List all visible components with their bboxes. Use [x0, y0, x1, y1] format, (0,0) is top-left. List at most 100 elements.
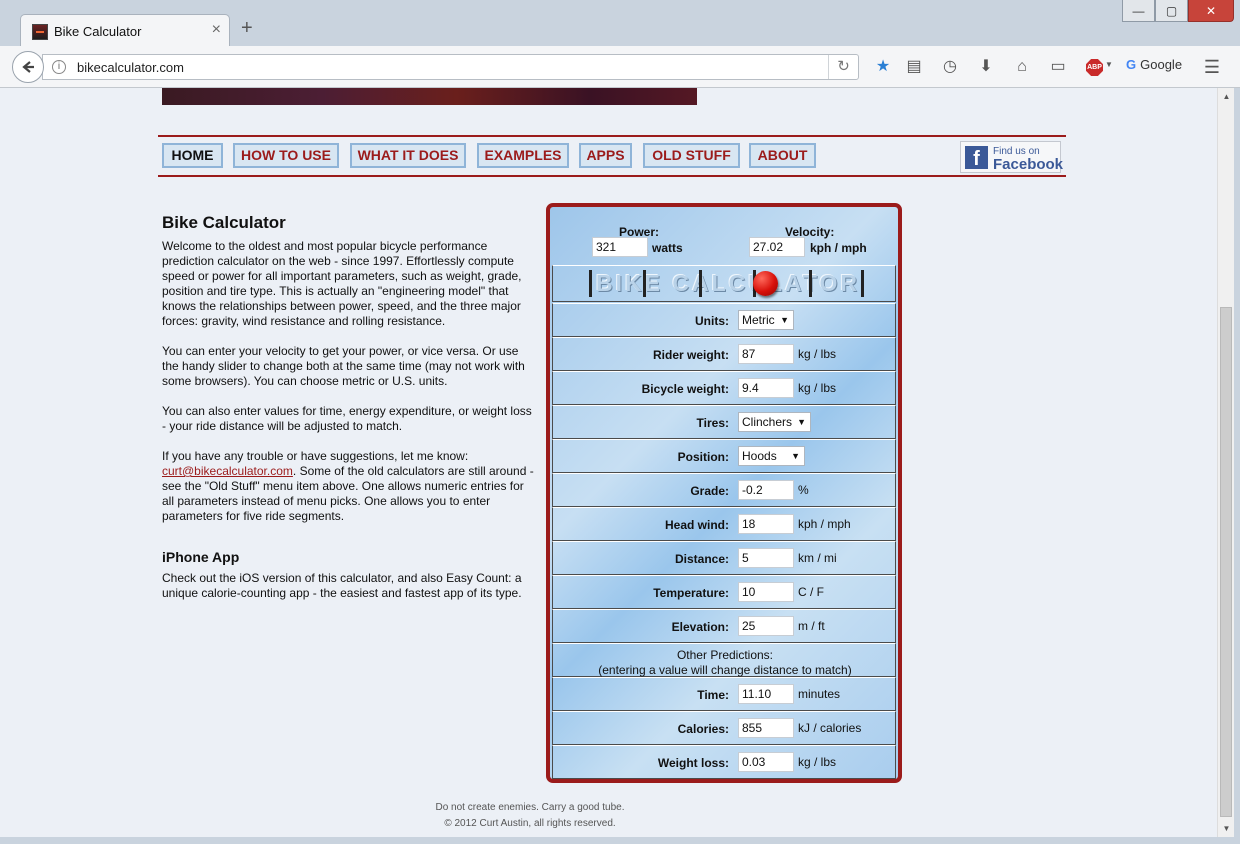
- distance-label: Distance:: [674, 552, 729, 566]
- bike-calculator-panel: Power: watts Velocity: kph / mph BIKE CA…: [546, 203, 902, 783]
- hamburger-menu-icon[interactable]: ☰: [1201, 56, 1223, 78]
- other-predictions-row: Other Predictions: (entering a value wil…: [552, 643, 896, 677]
- elevation-input[interactable]: [738, 616, 794, 636]
- velocity-unit: kph / mph: [810, 241, 867, 255]
- position-row: Position: Hoods ▼: [552, 439, 896, 473]
- search-engine-button[interactable]: G Google: [1126, 57, 1182, 72]
- bicycle-weight-input[interactable]: [738, 378, 794, 398]
- slider-tick: [699, 270, 702, 297]
- browser-tab[interactable]: Bike Calculator ×: [20, 14, 230, 47]
- menu-home[interactable]: HOME: [162, 143, 223, 168]
- slider-tick: [643, 270, 646, 297]
- bookmark-star-icon[interactable]: ★: [872, 56, 894, 78]
- weight-loss-unit: kg / lbs: [798, 755, 837, 769]
- minimize-button[interactable]: —: [1122, 0, 1155, 22]
- units-value: Metric: [742, 313, 775, 327]
- facebook-button[interactable]: f Find us on Facebook: [960, 141, 1064, 173]
- bicycle-weight-label: Bicycle weight:: [641, 382, 729, 396]
- distance-row: Distance: km / mi: [552, 541, 896, 575]
- back-arrow-icon: [22, 61, 34, 73]
- chevron-down-icon[interactable]: ▼: [1105, 60, 1113, 69]
- downloads-icon[interactable]: ⬇: [975, 56, 997, 78]
- url-bar[interactable]: i bikecalculator.com ↻: [42, 54, 859, 80]
- tires-select[interactable]: Clinchers ▼: [738, 412, 811, 432]
- reload-icon[interactable]: ↻: [828, 55, 858, 79]
- calories-row: Calories: kJ / calories: [552, 711, 896, 745]
- new-tab-button[interactable]: +: [241, 18, 253, 38]
- power-input[interactable]: [592, 237, 648, 257]
- grade-input[interactable]: [738, 480, 794, 500]
- rider-weight-unit: kg / lbs: [798, 347, 837, 361]
- scroll-down-arrow-icon[interactable]: ▼: [1218, 820, 1235, 837]
- slider-tick: [861, 270, 864, 297]
- units-select[interactable]: Metric ▼: [738, 310, 794, 330]
- head-wind-input[interactable]: [738, 514, 794, 534]
- temperature-unit: C / F: [798, 585, 824, 599]
- grade-row: Grade: %: [552, 473, 896, 507]
- bicycle-weight-row: Bicycle weight: kg / lbs: [552, 371, 896, 405]
- position-select[interactable]: Hoods ▼: [738, 446, 805, 466]
- menu-what-it-does[interactable]: WHAT IT DOES: [350, 143, 466, 168]
- window-icon[interactable]: ▭: [1047, 56, 1069, 78]
- units-row: Units: Metric ▼: [552, 303, 896, 337]
- bookmarks-menu-icon[interactable]: ▤: [903, 56, 925, 78]
- home-icon[interactable]: ⌂: [1011, 56, 1033, 78]
- scroll-up-arrow-icon[interactable]: ▲: [1218, 88, 1235, 105]
- intro-paragraph-3: You can also enter values for time, ener…: [162, 404, 532, 433]
- scroll-thumb[interactable]: [1220, 307, 1232, 817]
- head-wind-unit: kph / mph: [798, 517, 851, 531]
- temperature-row: Temperature: C / F: [552, 575, 896, 609]
- footer-tagline: Do not create enemies. Carry a good tube…: [435, 802, 625, 813]
- site-info-icon[interactable]: i: [52, 60, 66, 74]
- favicon-icon: [32, 24, 48, 40]
- intro-paragraph-4: If you have any trouble or have suggesti…: [162, 449, 538, 524]
- header-banner-image: [162, 88, 697, 105]
- close-window-button[interactable]: ✕: [1188, 0, 1234, 22]
- distance-unit: km / mi: [798, 551, 837, 565]
- adblock-icon[interactable]: ABP: [1086, 59, 1103, 76]
- history-icon[interactable]: ◷: [939, 56, 961, 78]
- power-unit: watts: [652, 241, 683, 255]
- email-link[interactable]: curt@bikecalculator.com: [162, 464, 293, 478]
- calories-input[interactable]: [738, 718, 794, 738]
- menu-how-to-use[interactable]: HOW TO USE: [233, 143, 339, 168]
- chevron-down-icon: ▼: [797, 417, 806, 427]
- grade-unit: %: [798, 483, 809, 497]
- temperature-input[interactable]: [738, 582, 794, 602]
- elevation-label: Elevation:: [671, 620, 729, 634]
- rider-weight-input[interactable]: [738, 344, 794, 364]
- maximize-button[interactable]: ▢: [1155, 0, 1188, 22]
- temperature-label: Temperature:: [653, 586, 729, 600]
- other-predictions-text: Other Predictions: (entering a value wil…: [553, 648, 897, 678]
- time-unit: minutes: [798, 687, 841, 701]
- facebook-big-text: Facebook: [993, 156, 1064, 173]
- velocity-input[interactable]: [749, 237, 805, 257]
- units-label: Units:: [695, 314, 729, 328]
- other-predictions-title: Other Predictions:: [676, 648, 774, 662]
- speed-slider[interactable]: BIKE CALCULATOR: [552, 265, 896, 302]
- close-tab-icon[interactable]: ×: [212, 21, 221, 39]
- power-velocity-row: Power: watts Velocity: kph / mph: [552, 207, 896, 264]
- position-value: Hoods: [742, 449, 777, 463]
- time-input[interactable]: [738, 684, 794, 704]
- menu-apps[interactable]: APPS: [579, 143, 632, 168]
- intro-paragraph-1: Welcome to the oldest and most popular b…: [162, 239, 522, 328]
- main-menu: HOME HOW TO USE WHAT IT DOES EXAMPLES AP…: [158, 135, 1066, 177]
- menu-about[interactable]: ABOUT: [749, 143, 816, 168]
- elevation-row: Elevation: m / ft: [552, 609, 896, 643]
- head-wind-row: Head wind: kph / mph: [552, 507, 896, 541]
- menu-examples[interactable]: EXAMPLES: [477, 143, 569, 168]
- url-text[interactable]: bikecalculator.com: [77, 60, 184, 75]
- page-title: Bike Calculator: [162, 213, 286, 232]
- slider-knob[interactable]: [753, 271, 778, 296]
- distance-input[interactable]: [738, 548, 794, 568]
- vertical-scrollbar[interactable]: ▲ ▼: [1217, 88, 1234, 837]
- back-button[interactable]: [12, 51, 44, 83]
- rider-weight-label: Rider weight:: [652, 348, 729, 362]
- bicycle-weight-unit: kg / lbs: [798, 381, 837, 395]
- tires-row: Tires: Clinchers ▼: [552, 405, 896, 439]
- menu-old-stuff[interactable]: OLD STUFF: [643, 143, 740, 168]
- tires-value: Clinchers: [742, 415, 793, 429]
- weight-loss-input[interactable]: [738, 752, 794, 772]
- weight-loss-label: Weight loss:: [657, 756, 729, 770]
